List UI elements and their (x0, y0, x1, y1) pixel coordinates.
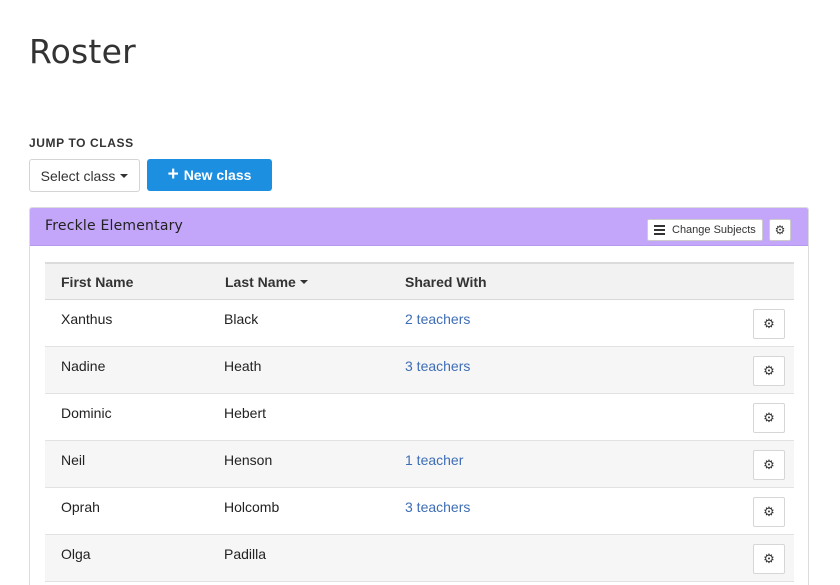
plus-icon: + (167, 163, 179, 185)
column-header-last-name-label: Last Name (225, 274, 296, 290)
column-header-first-name[interactable]: First Name (61, 274, 133, 290)
list-icon (654, 225, 665, 235)
row-settings-button[interactable]: ⚙ (753, 309, 785, 339)
shared-with-link[interactable]: 3 teachers (405, 499, 470, 515)
class-settings-button[interactable]: ⚙ (769, 219, 791, 241)
shared-with-link[interactable]: 2 teachers (405, 311, 470, 327)
shared-with-link[interactable]: 1 teacher (405, 452, 463, 468)
last-name-cell: Henson (224, 452, 273, 468)
last-name-cell: Heath (224, 358, 262, 374)
first-name-cell: Neil (61, 452, 86, 468)
table-row: Neil Henson 1 teacher ⚙ (45, 441, 794, 488)
sort-caret-icon (299, 280, 308, 284)
jump-to-class-label: JUMP TO CLASS (29, 136, 134, 150)
first-name-cell: Xanthus (61, 311, 113, 327)
gear-icon: ⚙ (763, 457, 775, 472)
row-settings-button[interactable]: ⚙ (753, 544, 785, 574)
class-panel: Freckle Elementary Change Subjects ⚙ Fir… (29, 207, 809, 585)
change-subjects-label: Change Subjects (672, 224, 756, 236)
row-settings-button[interactable]: ⚙ (753, 403, 785, 433)
row-settings-button[interactable]: ⚙ (753, 356, 785, 386)
page-title: Roster (29, 32, 136, 71)
shared-with-link[interactable]: 3 teachers (405, 358, 470, 374)
gear-icon: ⚙ (763, 504, 775, 519)
first-name-cell: Olga (61, 546, 91, 562)
last-name-cell: Hebert (224, 405, 267, 421)
gear-icon: ⚙ (763, 316, 775, 331)
row-settings-button[interactable]: ⚙ (753, 450, 785, 480)
gear-icon: ⚙ (763, 363, 775, 378)
row-settings-button[interactable]: ⚙ (753, 497, 785, 527)
last-name-cell: Holcomb (224, 499, 280, 515)
class-panel-header: Freckle Elementary Change Subjects ⚙ (30, 208, 808, 246)
table-row: Olga Padilla ⚙ (45, 535, 794, 582)
select-class-dropdown[interactable]: Select class (29, 159, 140, 192)
table-header: First Name Last Name Shared With (45, 262, 794, 300)
school-name: Freckle Elementary (45, 218, 184, 234)
table-row: Dominic Hebert ⚙ (45, 394, 794, 441)
new-class-button[interactable]: + New class (147, 159, 272, 191)
caret-down-icon (120, 173, 129, 178)
new-class-label: New class (183, 167, 252, 183)
table-row: Oprah Holcomb 3 teachers ⚙ (45, 488, 794, 535)
select-class-label: Select class (40, 167, 116, 184)
gear-icon: ⚙ (763, 410, 775, 425)
gear-icon: ⚙ (774, 223, 786, 237)
last-name-cell: Black (224, 311, 259, 327)
last-name-cell: Padilla (224, 546, 267, 562)
first-name-cell: Oprah (61, 499, 100, 515)
column-header-shared-with[interactable]: Shared With (405, 274, 487, 290)
roster-table: First Name Last Name Shared With Xanthus… (45, 262, 794, 582)
change-subjects-button[interactable]: Change Subjects (647, 219, 763, 241)
first-name-cell: Nadine (61, 358, 106, 374)
table-row: Xanthus Black 2 teachers ⚙ (45, 300, 794, 347)
gear-icon: ⚙ (763, 551, 775, 566)
column-header-last-name[interactable]: Last Name (225, 274, 308, 290)
table-row: Nadine Heath 3 teachers ⚙ (45, 347, 794, 394)
roster-page: Roster JUMP TO CLASS Select class + New … (0, 0, 840, 585)
first-name-cell: Dominic (61, 405, 112, 421)
